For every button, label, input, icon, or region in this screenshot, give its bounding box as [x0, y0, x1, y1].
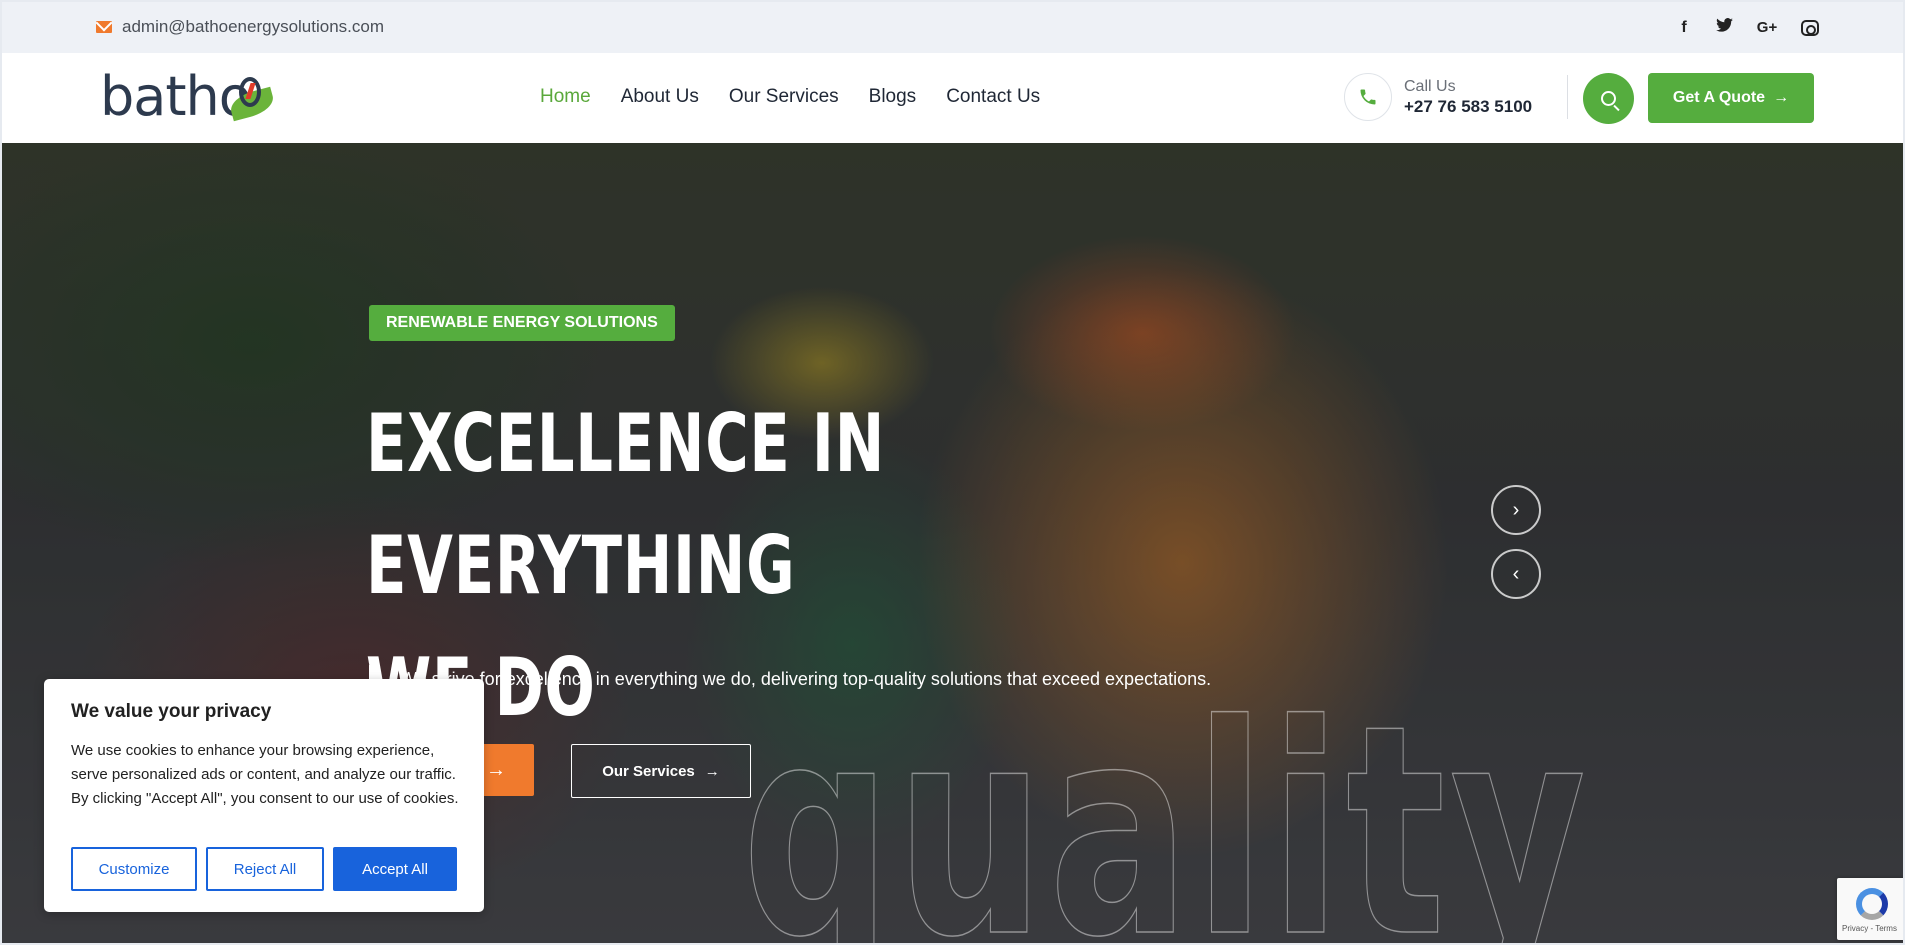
facebook-icon[interactable]: f [1675, 19, 1693, 37]
reject-all-button[interactable]: Reject All [206, 847, 324, 891]
customize-button[interactable]: Customize [71, 847, 197, 891]
call-label: Call Us [1404, 78, 1456, 95]
recaptcha-badge[interactable]: Privacy - Terms [1837, 878, 1903, 940]
nav-our-services[interactable]: Our Services [729, 86, 839, 108]
mail-icon [96, 21, 112, 33]
cookie-title: We value your privacy [71, 701, 272, 722]
our-services-button[interactable]: Our Services → [571, 744, 751, 798]
recaptcha-icon [1856, 888, 1888, 920]
site-header: batho Home About Us Our Services Blogs C… [2, 53, 1903, 143]
instagram-icon[interactable] [1801, 19, 1819, 36]
chevron-left-icon: ‹ [1512, 562, 1520, 585]
nav-about-us[interactable]: About Us [621, 86, 699, 108]
cookie-actions: Customize Reject All Accept All [71, 847, 457, 891]
hero-subtitle: We strive for excellence in everything w… [369, 665, 1211, 695]
recaptcha-links[interactable]: Privacy - Terms [1842, 924, 1897, 933]
call-text: Call Us +27 76 583 5100 [1404, 77, 1532, 117]
quote-label: Get A Quote [1672, 89, 1766, 106]
header-divider [1567, 75, 1568, 119]
accept-all-button[interactable]: Accept All [333, 847, 457, 891]
nav-home[interactable]: Home [540, 86, 591, 108]
page: admin@bathoenergysolutions.com f G+ bath… [0, 0, 1905, 945]
social-links: f G+ [1675, 18, 1819, 37]
twitter-icon[interactable] [1715, 18, 1733, 37]
call-number[interactable]: +27 76 583 5100 [1404, 97, 1532, 117]
cookie-description: We use cookies to enhance your browsing … [71, 742, 459, 807]
headline-line-1: EXCELLENCE IN EVERYTHING [366, 397, 885, 612]
google-plus-icon[interactable]: G+ [1755, 19, 1779, 37]
phone-icon [1344, 73, 1392, 121]
logo-text: batho [100, 65, 252, 128]
batho-logo[interactable]: batho [100, 69, 280, 125]
slider-next-button[interactable]: › [1491, 485, 1541, 535]
call-us-block[interactable]: Call Us +27 76 583 5100 [1344, 73, 1532, 121]
our-services-label: Our Services [602, 762, 695, 780]
email-text[interactable]: admin@bathoenergysolutions.com [122, 17, 384, 37]
arrow-right-icon: → [1773, 89, 1790, 106]
nav-blogs[interactable]: Blogs [869, 86, 917, 108]
main-nav: Home About Us Our Services Blogs Contact… [540, 86, 1040, 108]
top-bar: admin@bathoenergysolutions.com f G+ [2, 2, 1903, 53]
email-link[interactable]: admin@bathoenergysolutions.com [96, 17, 384, 37]
chevron-right-icon: › [1512, 498, 1520, 521]
cookie-consent-banner: We value your privacy We use cookies to … [44, 679, 484, 912]
get-a-quote-button[interactable]: Get A Quote → [1648, 73, 1814, 123]
slider-prev-button[interactable]: ‹ [1491, 549, 1541, 599]
search-button[interactable] [1583, 73, 1634, 124]
arrow-right-icon: → [704, 762, 720, 780]
hero-badge: RENEWABLE ENERGY SOLUTIONS [369, 305, 675, 341]
arrow-right-icon: → [486, 758, 506, 781]
power-bolt-icon [239, 77, 261, 107]
nav-contact-us[interactable]: Contact Us [946, 86, 1040, 108]
search-icon [1601, 91, 1616, 106]
